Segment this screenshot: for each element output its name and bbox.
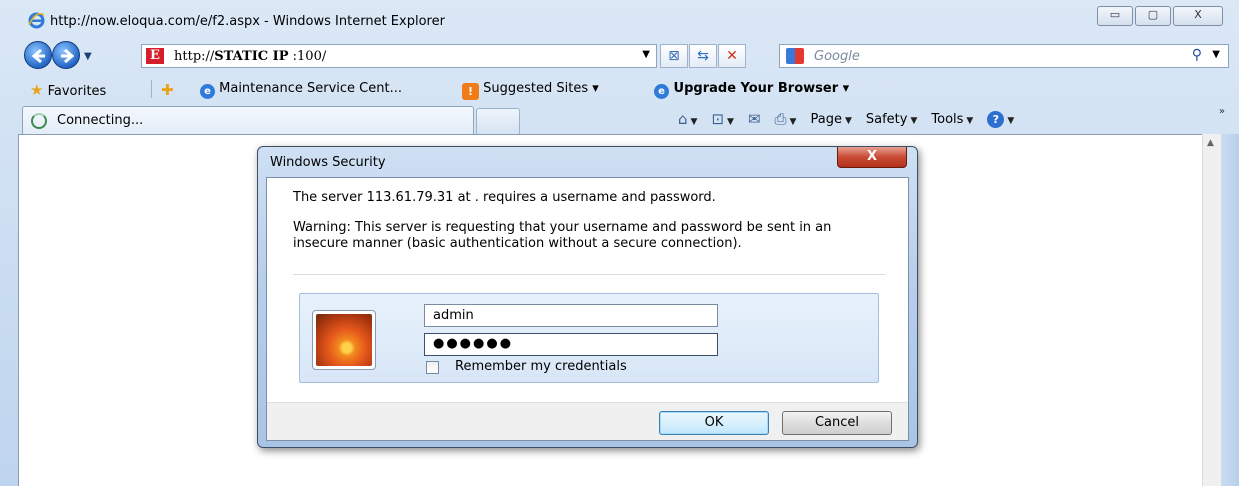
favorites-separator	[151, 80, 152, 98]
ie-logo-icon	[28, 12, 45, 29]
address-bar[interactable]: E http://STATIC IP :100/ ▼	[141, 44, 657, 68]
stop-button[interactable]: ✕	[718, 44, 746, 68]
vertical-scrollbar[interactable]: ▲	[1202, 134, 1221, 486]
fav-upgrade-browser[interactable]: e Upgrade Your Browser ▾	[654, 81, 849, 99]
remember-credentials-checkbox[interactable]	[426, 361, 439, 374]
scroll-up-icon[interactable]: ▲	[1207, 138, 1214, 148]
title-bar: http://now.eloqua.com/e/f2.aspx - Window…	[0, 0, 1239, 36]
add-to-favorites-button[interactable]: ✚	[161, 81, 174, 99]
site-favicon-icon: E	[146, 48, 164, 64]
window-frame-right	[1221, 134, 1239, 486]
insecure-warning: Warning: This server is requesting that …	[293, 220, 832, 251]
safety-menu[interactable]: Safety ▼	[866, 112, 918, 127]
user-picture-flower-icon	[316, 314, 372, 366]
dialog-close-button[interactable]: X	[837, 147, 907, 168]
dialog-body: The server 113.61.79.31 at . requires a …	[266, 177, 909, 441]
home-icon: ⌂	[678, 110, 688, 128]
remember-credentials-label: Remember my credentials	[455, 359, 627, 374]
home-button[interactable]: ⌂ ▼	[678, 110, 697, 128]
google-icon	[786, 48, 804, 64]
ie-page-icon: e	[200, 84, 215, 99]
new-tab-button[interactable]	[476, 108, 520, 134]
favorites-star-icon: ★	[30, 81, 44, 99]
address-dropdown-icon[interactable]: ▼	[642, 49, 650, 60]
rss-feed-icon: ⊡	[711, 110, 725, 128]
tab-connecting[interactable]: Connecting...	[22, 106, 474, 134]
navigation-bar: ▼ E http://STATIC IP :100/ ▼ ⊠ ⇆ ✕ Googl…	[0, 36, 1239, 74]
close-icon: X	[866, 149, 878, 164]
toolbar-overflow-icon[interactable]: »	[1219, 106, 1225, 117]
compatibility-view-button[interactable]: ⊠	[660, 44, 688, 68]
search-icon[interactable]: ⚲	[1192, 47, 1202, 63]
feeds-button[interactable]: ⊡ ▼	[711, 110, 734, 128]
search-box[interactable]: Google ⚲ ▼	[779, 44, 1229, 68]
help-button[interactable]: ? ▼	[987, 110, 1014, 128]
minimize-icon: ▭	[1109, 8, 1121, 21]
mail-icon: ✉	[747, 110, 761, 128]
page-menu[interactable]: Page ▼	[810, 112, 851, 127]
help-icon: ?	[987, 110, 1005, 128]
close-icon: X	[1194, 8, 1202, 21]
print-button[interactable]: ⎙ ▼	[775, 110, 797, 128]
back-button[interactable]	[24, 41, 52, 69]
dialog-title: Windows Security	[270, 155, 386, 170]
suggested-sites-icon: !	[462, 83, 479, 100]
window-controls: ▭ ▢ X	[1095, 6, 1223, 26]
minimize-button[interactable]: ▭	[1097, 6, 1133, 26]
dialog-footer: OK Cancel	[267, 402, 908, 440]
add-favorite-icon: ✚	[161, 81, 174, 99]
forward-arrow-icon	[61, 48, 75, 64]
maximize-icon: ▢	[1147, 8, 1159, 21]
search-placeholder: Google	[814, 49, 860, 64]
credential-panel: admin ●●●●●● Remember my credentials	[299, 293, 879, 383]
refresh-button[interactable]: ⇆	[689, 44, 717, 68]
read-mail-button[interactable]: ✉	[748, 110, 761, 128]
loading-icon	[31, 113, 47, 129]
username-field[interactable]: admin	[424, 304, 718, 327]
fav-maintenance-service[interactable]: e Maintenance Service Cent...	[200, 81, 402, 99]
recent-pages-dropdown-icon[interactable]: ▼	[84, 51, 92, 62]
window-title: http://now.eloqua.com/e/f2.aspx - Window…	[50, 14, 445, 29]
back-arrow-icon	[31, 48, 45, 64]
window-close-button[interactable]: X	[1173, 6, 1223, 26]
tools-menu[interactable]: Tools ▼	[931, 112, 973, 127]
command-bar: Connecting... ⌂ ▼ ⊡ ▼ ✉ ⎙ ▼ Page ▼ Safety ▼ T…	[0, 104, 1239, 134]
favorites-bar: ★ Favorites ✚ e Maintenance Service Cent…	[0, 74, 1239, 104]
ie-window: http://now.eloqua.com/e/f2.aspx - Window…	[0, 0, 1239, 486]
search-options-dropdown-icon[interactable]: ▼	[1212, 49, 1220, 60]
address-buttons: ⊠ ⇆ ✕	[660, 44, 747, 68]
refresh-icon: ⇆	[697, 48, 709, 64]
server-message: The server 113.61.79.31 at . requires a …	[293, 190, 716, 205]
windows-security-dialog: Windows Security X The server 113.61.79.…	[257, 146, 918, 448]
cancel-button[interactable]: Cancel	[782, 411, 892, 435]
maximize-button[interactable]: ▢	[1135, 6, 1171, 26]
password-field[interactable]: ●●●●●●	[424, 333, 718, 356]
divider	[293, 274, 885, 275]
printer-icon: ⎙	[774, 110, 787, 128]
favorites-button[interactable]: ★ Favorites	[30, 81, 106, 99]
tab-title: Connecting...	[57, 113, 144, 128]
fav-suggested-sites[interactable]: ! Suggested Sites ▾	[462, 81, 599, 100]
compatibility-icon: ⊠	[668, 48, 680, 64]
command-items: ⌂ ▼ ⊡ ▼ ✉ ⎙ ▼ Page ▼ Safety ▼ Tools ▼ ? ▼	[678, 110, 1028, 128]
address-text: http://STATIC IP :100/	[174, 49, 327, 64]
ok-button[interactable]: OK	[659, 411, 769, 435]
user-tile	[312, 310, 376, 370]
forward-button[interactable]	[52, 41, 80, 69]
stop-icon: ✕	[726, 48, 738, 64]
ie-page-icon: e	[654, 84, 669, 99]
